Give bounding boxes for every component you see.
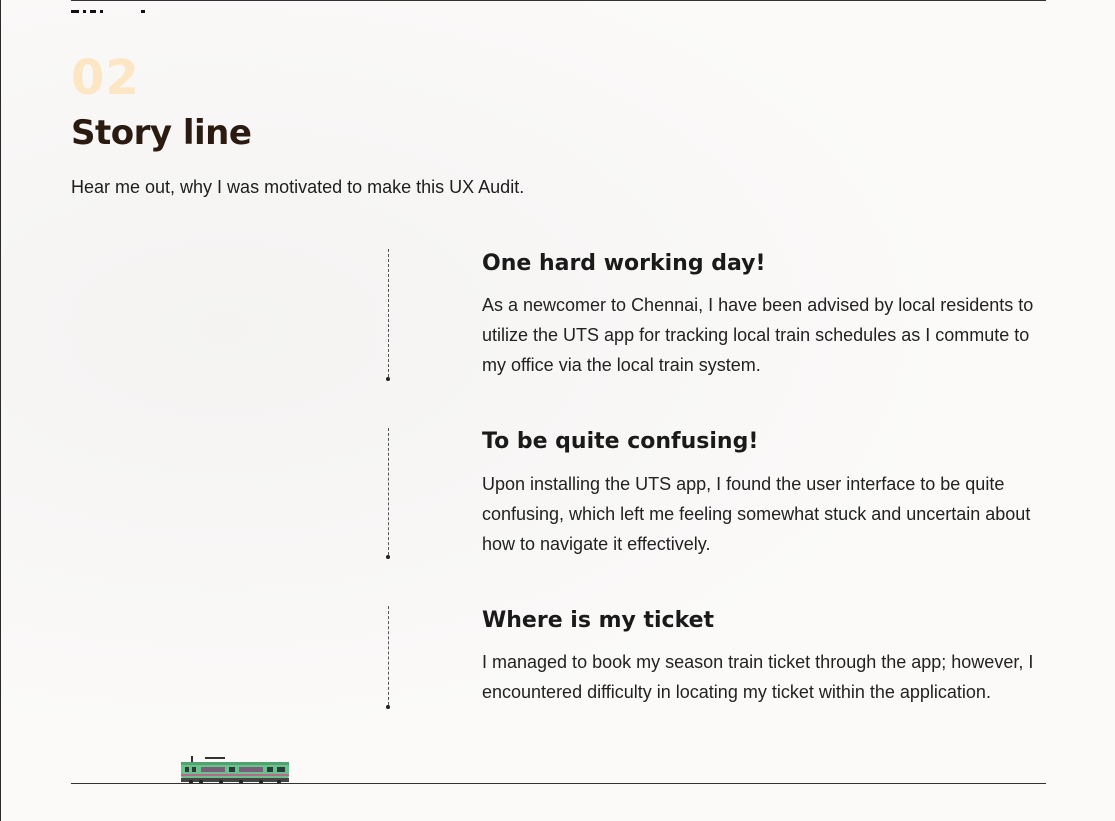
section-number: 02 bbox=[71, 50, 140, 106]
timeline-segment bbox=[388, 249, 389, 377]
top-divider-mark bbox=[71, 0, 171, 13]
timeline-segment bbox=[388, 606, 389, 705]
story-body: I managed to book my season train ticket… bbox=[482, 652, 1034, 702]
story-line-page: 02 Story line Hear me out, why I was mot… bbox=[0, 0, 1115, 821]
timeline-dot bbox=[386, 555, 390, 559]
timeline-segment bbox=[388, 428, 389, 555]
story-heading: Where is my ticket bbox=[482, 608, 715, 633]
story-heading: To be quite confusing! bbox=[482, 429, 759, 454]
train-icon bbox=[181, 756, 289, 784]
story-body: Upon installing the UTS app, I found the… bbox=[482, 474, 1031, 554]
section-subtitle: Hear me out, why I was motivated to make… bbox=[71, 177, 525, 197]
story-body: As a newcomer to Chennai, I have been ad… bbox=[482, 295, 1034, 375]
bottom-divider bbox=[71, 783, 1046, 784]
timeline-dot bbox=[386, 377, 390, 381]
top-divider bbox=[71, 0, 1046, 1]
section-title: Story line bbox=[71, 113, 252, 153]
story-heading: One hard working day! bbox=[482, 251, 766, 276]
timeline-dot bbox=[386, 705, 390, 709]
